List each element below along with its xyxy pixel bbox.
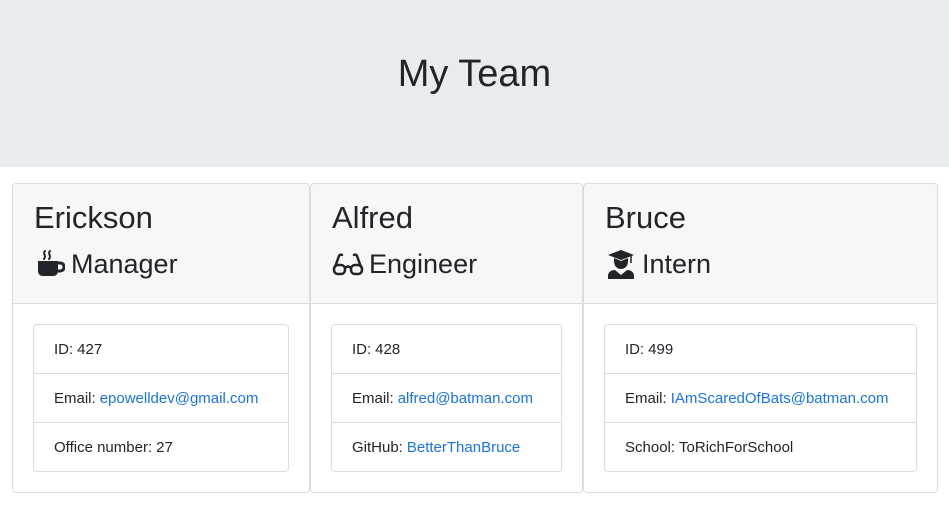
detail-label: Office number: [54,438,153,456]
detail-value: ToRichForSchool [679,438,794,456]
detail-value: 499 [648,340,674,358]
card-body: ID: 428 Email: alfred@batman.com GitHub:… [311,304,582,472]
detail-label: Email: [352,389,394,407]
coffee-mug-icon [34,248,66,280]
detail-label: Email: [625,389,667,407]
email-link[interactable]: IAmScaredOfBats@batman.com [671,390,889,407]
detail-value: 27 [156,438,173,456]
card-body: ID: 499 Email: IAmScaredOfBats@batman.co… [584,304,937,472]
page-title: My Team [397,52,552,95]
employee-role: Engineer [332,248,562,280]
role-label: Engineer [369,249,478,279]
detail-label: ID: [352,340,372,358]
detail-label: GitHub: [352,438,403,456]
role-label: Manager [71,249,178,279]
page-header: My Team [0,0,949,167]
detail-label: ID: [625,340,645,358]
card-header: Bruce Intern [584,184,937,304]
employee-card-engineer: Alfred Engineer ID: 428 Email: alfred@ba… [310,183,583,493]
detail-value: 427 [77,340,103,358]
detail-label: School: [625,438,676,456]
employee-card-intern: Bruce Intern ID: 499 Email: IAmScaredOfB… [583,183,938,493]
detail-github: GitHub: BetterThanBruce [332,422,561,471]
card-header: Alfred Engineer [311,184,582,304]
card-body: ID: 427 Email: epowelldev@gmail.com Offi… [13,304,309,472]
detail-list: ID: 499 Email: IAmScaredOfBats@batman.co… [604,324,917,472]
detail-label: ID: [54,340,74,358]
detail-email: Email: IAmScaredOfBats@batman.com [605,373,916,422]
employee-name: Erickson [34,200,153,235]
detail-value: 428 [375,340,401,358]
employee-card-manager: Erickson Manager ID: 427 Email: epowelld… [12,183,310,493]
detail-email: Email: alfred@batman.com [332,373,561,422]
detail-id: ID: 427 [34,325,288,373]
detail-email: Email: epowelldev@gmail.com [34,373,288,422]
detail-label: Email: [54,389,96,407]
card-header: Erickson Manager [13,184,309,304]
detail-list: ID: 427 Email: epowelldev@gmail.com Offi… [33,324,289,472]
employee-name: Bruce [605,200,686,235]
glasses-icon [332,248,364,280]
email-link[interactable]: epowelldev@gmail.com [100,390,259,407]
employee-role: Intern [605,248,917,280]
email-link[interactable]: alfred@batman.com [398,390,533,407]
detail-id: ID: 499 [605,325,916,373]
employee-name: Alfred [332,200,413,235]
detail-office-number: Office number: 27 [34,422,288,471]
role-label: Intern [642,249,712,279]
detail-list: ID: 428 Email: alfred@batman.com GitHub:… [331,324,562,472]
graduate-icon [605,248,637,280]
detail-id: ID: 428 [332,325,561,373]
employee-role: Manager [34,248,289,280]
github-link[interactable]: BetterThanBruce [407,439,520,456]
detail-school: School: ToRichForSchool [605,422,916,471]
